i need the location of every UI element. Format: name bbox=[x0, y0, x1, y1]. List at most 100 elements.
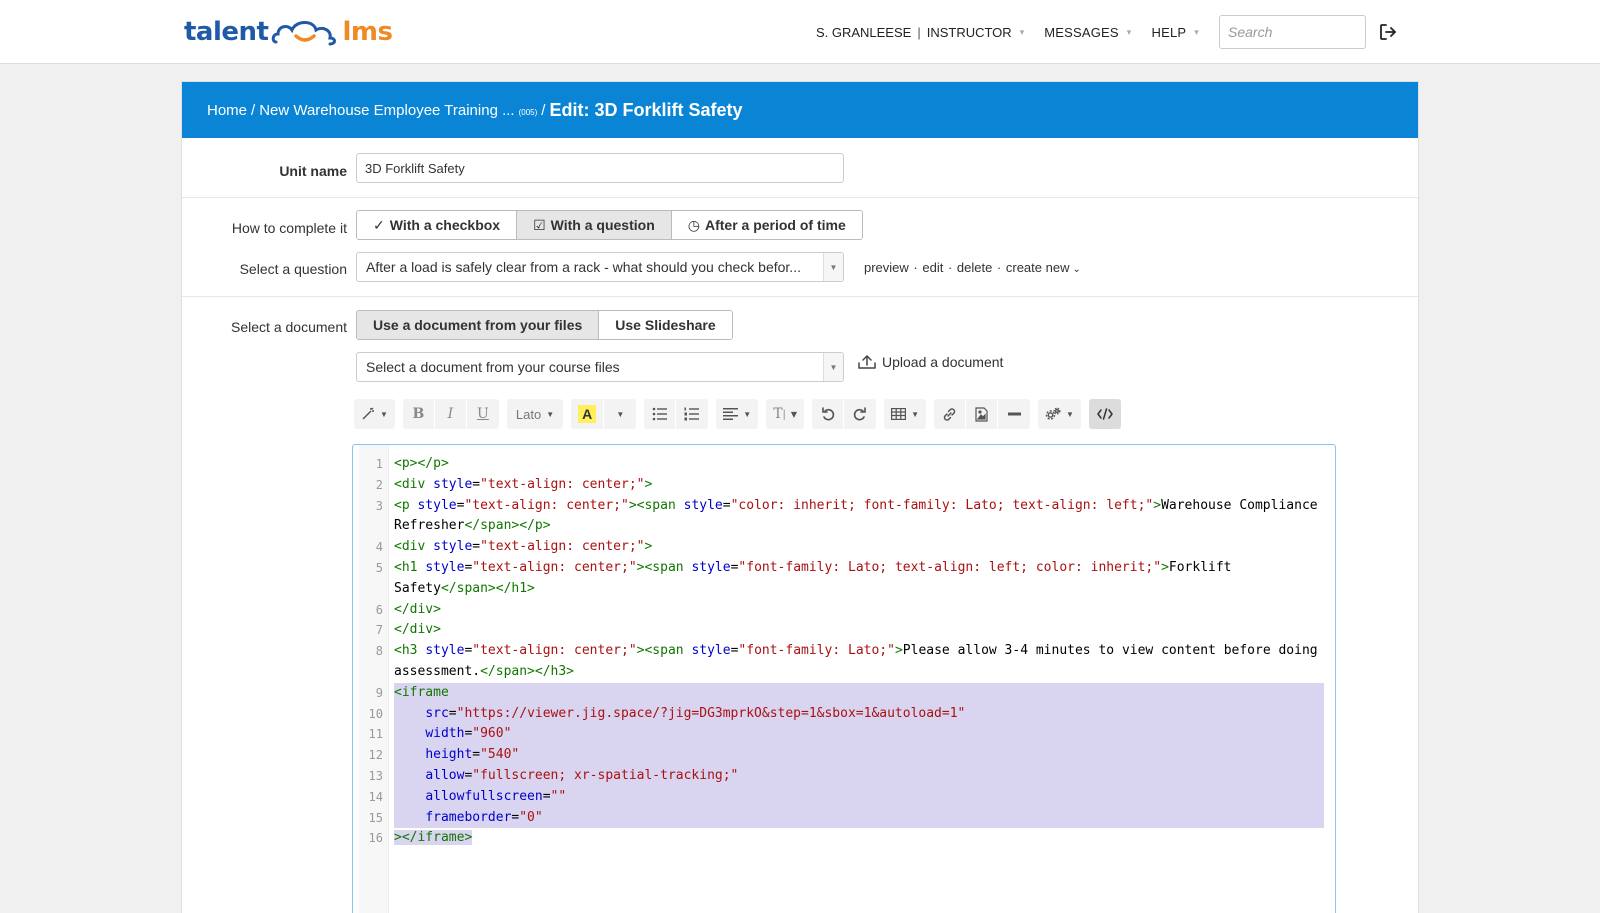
bullet-list-button[interactable] bbox=[644, 399, 677, 429]
chevron-down-icon: ▼ bbox=[823, 353, 843, 381]
insert-image-button[interactable] bbox=[966, 399, 998, 429]
chevron-down-icon: ▼ bbox=[546, 409, 555, 419]
code-editor[interactable]: 1 <p></p> 2 <div style="text-align: center;… bbox=[352, 444, 1336, 913]
code-line[interactable]: 16 ></iframe> bbox=[353, 828, 1335, 849]
code-content[interactable]: 1 <p></p> 2 <div style="text-align: center;… bbox=[353, 454, 1335, 849]
create-new-question-link[interactable]: create new bbox=[1006, 260, 1070, 275]
code-token: ><span bbox=[636, 559, 692, 575]
table-dropdown[interactable]: ▼ bbox=[884, 399, 926, 429]
use-document-files-label: Use a document from your files bbox=[373, 317, 583, 333]
code-token: width bbox=[425, 726, 465, 742]
code-view-button[interactable] bbox=[1088, 399, 1121, 429]
code-line[interactable]: 4 <div style="text-align: center;"> bbox=[353, 537, 1335, 558]
upload-document-label: Upload a document bbox=[882, 354, 1004, 370]
chevron-down-icon: ▾ bbox=[1194, 26, 1199, 37]
code-line-text: <div style="text-align: center;"> bbox=[394, 475, 1324, 496]
code-line[interactable]: 10 src="https://viewer.jig.space/?jig=DG… bbox=[353, 703, 1335, 725]
messages-menu[interactable]: MESSAGES ▾ bbox=[1044, 25, 1131, 40]
question-select[interactable]: After a load is safely clear from a rack… bbox=[356, 252, 844, 282]
after-period-label: After a period of time bbox=[704, 217, 846, 233]
with-checkbox-button[interactable]: ✓ With a checkbox bbox=[357, 211, 518, 239]
code-line-text: frameborder="0" bbox=[394, 807, 1324, 829]
code-token: </span></h1> bbox=[440, 580, 535, 596]
code-line[interactable]: 12 height="540" bbox=[353, 745, 1335, 766]
code-line[interactable]: 2 <div style="text-align: center;"> bbox=[353, 475, 1335, 496]
with-question-button[interactable]: ☑ With a question bbox=[517, 211, 672, 239]
horizontal-rule-button[interactable] bbox=[998, 399, 1030, 429]
color-dropdown-button[interactable]: ▼ bbox=[604, 399, 636, 429]
code-view-group bbox=[1088, 399, 1121, 429]
code-line-text: allowfullscreen="" bbox=[394, 786, 1324, 808]
cloud-logo-icon bbox=[272, 21, 337, 46]
code-line[interactable]: 13 allow="fullscreen; xr-spatial-trackin… bbox=[353, 765, 1335, 787]
unit-name-input[interactable]: 3D Forklift Safety bbox=[356, 153, 844, 183]
logout-icon[interactable] bbox=[1376, 20, 1400, 44]
code-line[interactable]: 15 frameborder="0" bbox=[353, 807, 1335, 829]
code-token: > bbox=[894, 643, 903, 659]
code-token: style bbox=[433, 539, 473, 555]
redo-icon bbox=[853, 407, 866, 421]
insert-link-button[interactable] bbox=[934, 399, 966, 429]
text-size-dropdown[interactable]: T | ▼ bbox=[766, 399, 804, 429]
help-menu[interactable]: HELP ▾ bbox=[1152, 25, 1199, 40]
document-select[interactable]: Select a document from your course files… bbox=[356, 352, 844, 382]
search-input[interactable]: Search bbox=[1219, 15, 1366, 49]
code-token: "960" bbox=[472, 726, 512, 742]
code-line[interactable]: 9 <iframe bbox=[353, 682, 1335, 704]
code-token: = bbox=[448, 705, 457, 721]
code-line-text: <div style="text-align: center;"> bbox=[394, 537, 1324, 558]
select-question-label: Select a question bbox=[239, 261, 347, 277]
list-group bbox=[644, 399, 709, 429]
chevron-down-icon: ▼ bbox=[616, 409, 625, 419]
code-line[interactable]: 7 </div> bbox=[353, 620, 1335, 641]
code-token: <h1 bbox=[394, 559, 426, 575]
code-line[interactable]: 6 </div> bbox=[353, 600, 1335, 621]
redo-button[interactable] bbox=[844, 399, 876, 429]
undo-button[interactable] bbox=[812, 399, 845, 429]
code-token: = bbox=[472, 747, 481, 763]
code-line[interactable]: 5 <h1 style="text-align: center;"><span s… bbox=[353, 558, 1335, 600]
line-number: 1 bbox=[375, 457, 383, 471]
underline-button[interactable]: U bbox=[467, 399, 499, 429]
settings-group: ▼ bbox=[1038, 399, 1081, 429]
line-number: 4 bbox=[375, 540, 383, 555]
line-number: 14 bbox=[368, 789, 383, 804]
italic-button[interactable]: I bbox=[435, 399, 467, 429]
code-token: style bbox=[425, 643, 465, 659]
code-token: ><span bbox=[628, 497, 684, 513]
preview-question-link[interactable]: preview bbox=[864, 260, 909, 275]
code-line[interactable]: 3 <p style="text-align: center;"><span st… bbox=[353, 496, 1335, 538]
align-dropdown[interactable]: ▼ bbox=[716, 399, 758, 429]
use-slideshare-button[interactable]: Use Slideshare bbox=[599, 311, 732, 339]
bold-button[interactable]: B bbox=[403, 399, 435, 429]
delete-question-link[interactable]: delete bbox=[957, 260, 992, 275]
talentlms-logo[interactable]: talent lms bbox=[184, 14, 393, 50]
user-menu[interactable]: S. GRANLEESE | INSTRUCTOR ▾ bbox=[816, 25, 1024, 40]
line-number: 6 bbox=[375, 602, 383, 617]
breadcrumb-home[interactable]: Home bbox=[207, 102, 247, 119]
numbered-list-button[interactable] bbox=[676, 399, 708, 429]
insert-group bbox=[934, 399, 1030, 429]
user-name: S. GRANLEESE bbox=[815, 24, 912, 40]
magic-wand-button[interactable]: ▼ bbox=[354, 399, 395, 429]
font-family-dropdown[interactable]: Lato ▼ bbox=[507, 399, 563, 429]
code-line[interactable]: 14 allowfullscreen="" bbox=[353, 786, 1335, 808]
logo-text-talent: talent bbox=[184, 17, 269, 47]
table-icon bbox=[891, 408, 907, 420]
code-line[interactable]: 8 <h3 style="text-align: center;"><span s… bbox=[353, 641, 1335, 683]
settings-dropdown[interactable]: ▼ bbox=[1038, 399, 1081, 429]
unit-name-value: 3D Forklift Safety bbox=[365, 160, 465, 176]
after-period-button[interactable]: ◷ After a period of time bbox=[671, 211, 862, 239]
code-line-text: <p style="text-align: center;"><span sty… bbox=[394, 496, 1324, 538]
upload-document-button[interactable]: Upload a document bbox=[858, 354, 1003, 370]
code-line[interactable]: 1 <p></p> bbox=[353, 454, 1335, 475]
highlight-color-button[interactable]: A bbox=[571, 399, 605, 429]
code-line[interactable]: 11 width="960" bbox=[353, 724, 1335, 746]
use-document-files-button[interactable]: Use a document from your files bbox=[357, 311, 600, 339]
horizontal-rule-icon bbox=[1007, 412, 1021, 416]
edit-question-link[interactable]: edit bbox=[922, 260, 943, 275]
code-line-text: <h1 style="text-align: center;"><span st… bbox=[394, 558, 1324, 600]
breadcrumb-course[interactable]: New Warehouse Employee Training ... bbox=[259, 102, 514, 119]
